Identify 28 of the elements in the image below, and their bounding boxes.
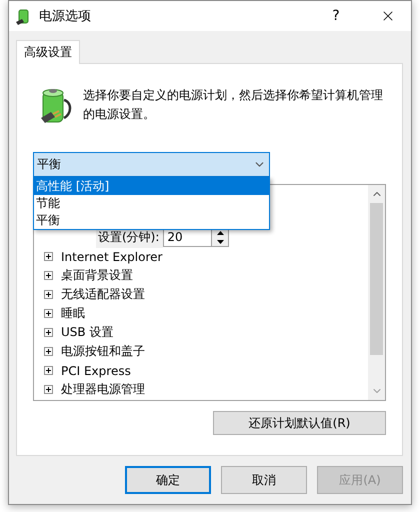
tree-item[interactable]: 桌面背景设置 [61, 267, 133, 284]
dropdown-option[interactable]: 高性能 [活动] [34, 178, 269, 195]
dropdown-option[interactable]: 平衡 [34, 212, 269, 229]
expand-icon[interactable] [44, 252, 53, 261]
dropdown-option[interactable]: 节能 [34, 195, 269, 212]
restore-defaults-button[interactable]: 还原计划默认值(R) [213, 411, 386, 435]
expand-icon[interactable] [44, 366, 53, 375]
expand-icon[interactable] [44, 328, 53, 337]
tree-item[interactable]: 无线适配器设置 [61, 286, 145, 303]
expand-icon[interactable] [44, 271, 53, 280]
help-button[interactable]: ? [313, 1, 359, 31]
description-text: 选择你要自定义的电源计划，然后选择你希望计算机管理的电源设置。 [83, 87, 383, 123]
dialog-button[interactable]: 确定 [125, 466, 211, 494]
window-title: 电源选项 [39, 8, 92, 25]
tree-item[interactable]: 电源按钮和盖子 [61, 343, 145, 360]
expand-icon[interactable] [44, 385, 53, 394]
tree-item[interactable]: Internet Explorer [61, 250, 162, 264]
tree-item[interactable]: USB 设置 [61, 324, 114, 341]
tree-item[interactable]: 处理器电源管理 [61, 381, 145, 398]
tree-item[interactable]: PCI Express [61, 364, 131, 378]
expand-icon[interactable] [44, 347, 53, 356]
expand-icon[interactable] [44, 309, 53, 318]
plan-dropdown[interactable]: 平衡 [33, 152, 270, 177]
tree-item[interactable]: 睡眠 [61, 305, 85, 322]
scrollbar[interactable] [368, 185, 385, 400]
expand-icon[interactable] [44, 290, 53, 299]
dialog-button[interactable]: 取消 [221, 466, 307, 494]
tab[interactable]: 高级设置 [16, 40, 80, 64]
